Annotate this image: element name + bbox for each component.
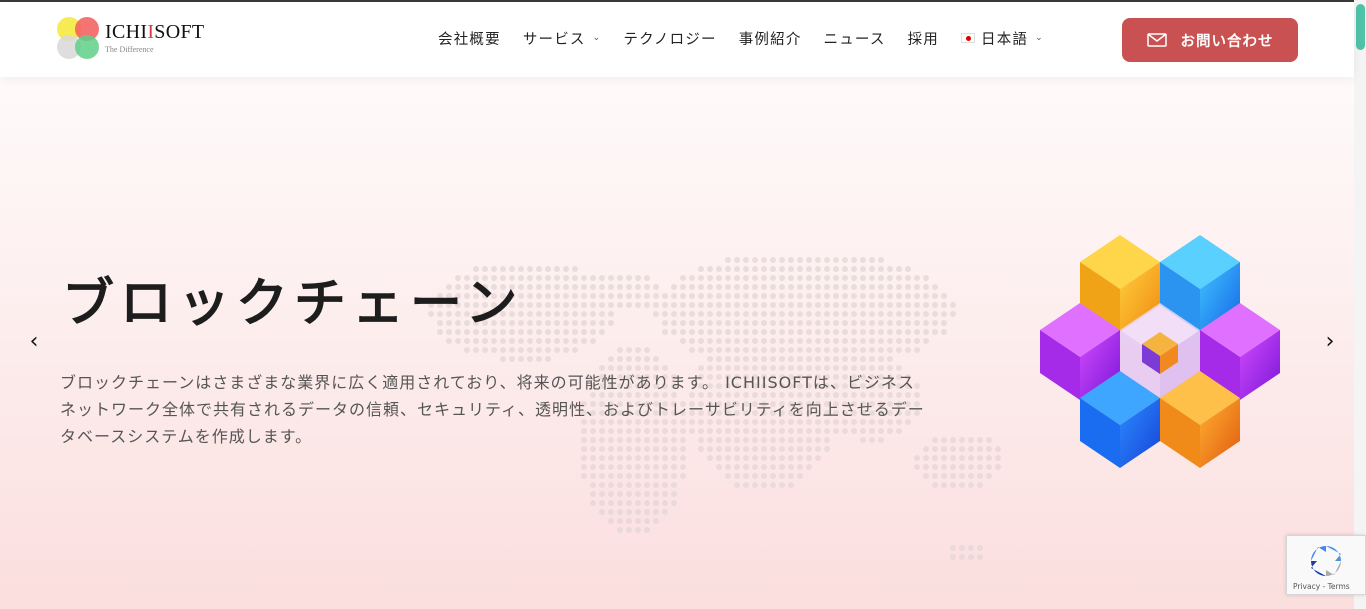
main-nav: 会社概要 サービス ⌄ テクノロジー 事例紹介 ニュース 採用 日本語 ⌄ (438, 26, 1066, 50)
logo-circle-green (75, 35, 99, 59)
nav-item-news[interactable]: ニュース (824, 28, 886, 49)
nav-item-company[interactable]: 会社概要 (438, 28, 501, 49)
hero-title: ブロックチェーン (62, 274, 524, 334)
brand-logo[interactable]: ICHIISOFT The Difference (57, 17, 217, 61)
japan-flag-icon (961, 33, 976, 43)
recaptcha-badge[interactable]: Privacy - Terms (1286, 535, 1366, 595)
slider-prev-arrow[interactable]: ‹ (24, 329, 44, 354)
chevron-down-icon: ⌄ (1035, 33, 1044, 43)
hero-description: ブロックチェーンはさまざまな業界に広く適用されており、将来の可能性があります。 … (60, 373, 925, 446)
nav-item-recruitment[interactable]: 採用 (908, 28, 939, 49)
hero-slider: ブロックチェーン ブロックチェーンはさまざまな業界に広く適用されており、将来の可… (0, 77, 1354, 609)
nav-item-technology[interactable]: テクノロジー (623, 28, 716, 49)
slider-next-arrow[interactable]: › (1320, 329, 1340, 354)
nav-item-case-studies[interactable]: 事例紹介 (739, 28, 802, 49)
chevron-down-icon: ⌄ (592, 33, 602, 43)
blockchain-cubes-illustration (1040, 235, 1280, 468)
brand-tagline: The Difference (105, 45, 154, 54)
language-selector[interactable]: 日本語 ⌄ (961, 28, 1044, 49)
recaptcha-icon (1311, 546, 1341, 576)
nav-item-services[interactable]: サービス ⌄ (523, 28, 602, 49)
page-scrollbar[interactable] (1354, 0, 1366, 609)
recaptcha-links[interactable]: Privacy - Terms (1293, 582, 1350, 591)
contact-button[interactable]: お問い合わせ (1122, 18, 1298, 62)
scrollbar-thumb[interactable] (1356, 4, 1365, 50)
mail-icon (1146, 33, 1167, 47)
brand-name: ICHIISOFT (105, 21, 205, 43)
site-header: ICHIISOFT The Difference 会社概要 サービス ⌄ テクノロ… (0, 2, 1354, 77)
